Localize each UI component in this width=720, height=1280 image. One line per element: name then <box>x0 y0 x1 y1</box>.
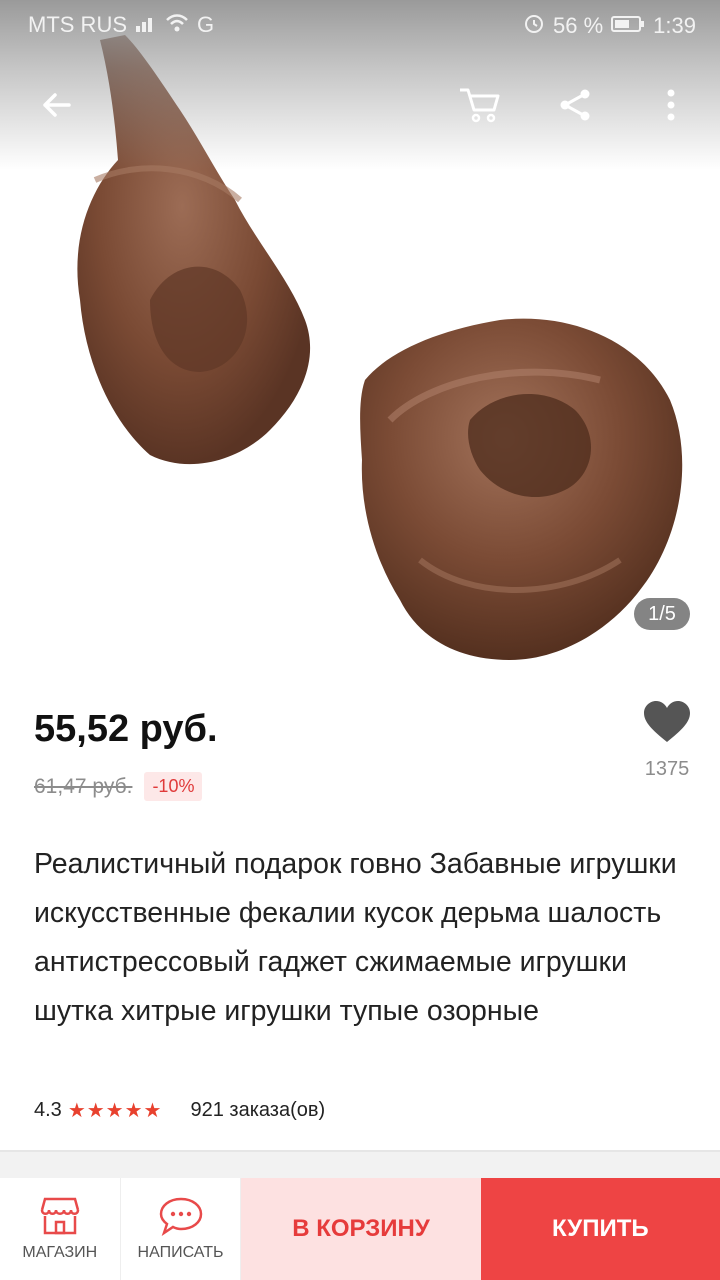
product-title: Реалистичный подарок говно Забавные игру… <box>34 848 677 1027</box>
message-label: НАПИСАТЬ <box>137 1244 224 1261</box>
wifi-icon <box>165 12 189 38</box>
clock: 1:39 <box>653 13 696 38</box>
app-bar <box>0 60 720 150</box>
battery-percent: 56 % <box>553 13 604 38</box>
more-vert-icon <box>667 89 675 121</box>
old-price-row: 61,47 руб. -10% <box>34 772 203 801</box>
share-icon <box>560 89 590 121</box>
back-button[interactable] <box>30 78 84 132</box>
heart-icon <box>644 701 690 742</box>
discount-badge: -10% <box>144 772 203 801</box>
carrier-label: MTS RUS <box>28 12 127 37</box>
status-bar: MTS RUS G 56 % 1:39 <box>0 0 720 50</box>
old-price: 61,47 руб. <box>34 774 133 798</box>
shop-button[interactable]: МАГАЗИН <box>0 1178 121 1280</box>
alarm-icon <box>523 12 545 40</box>
shop-label: МАГАЗИН <box>22 1244 98 1261</box>
cart-icon <box>460 88 500 123</box>
price-block: 55,52 руб. <box>34 708 218 751</box>
arrow-left-icon <box>43 93 71 117</box>
rating-row[interactable]: 4.3 ★★★★★ 921 заказа(ов) <box>34 1098 325 1123</box>
network-type: G <box>197 12 215 37</box>
section-divider <box>0 1150 720 1180</box>
cart-button[interactable] <box>452 78 506 132</box>
signal-icon <box>135 12 157 38</box>
rating-value: 4.3 <box>34 1099 62 1121</box>
store-icon <box>40 1197 80 1235</box>
favorites-count: 1375 <box>644 758 690 780</box>
orders-count: 921 заказа(ов) <box>190 1099 326 1121</box>
favorite-button[interactable]: 1375 <box>636 700 698 781</box>
add-to-cart-button[interactable]: В КОРЗИНУ <box>241 1178 481 1280</box>
product-gallery[interactable]: MTS RUS G 56 % 1:39 1/5 <box>0 0 720 690</box>
message-button[interactable]: НАПИСАТЬ <box>120 1178 242 1280</box>
current-price: 55,52 руб. <box>34 708 218 750</box>
bottom-action-bar: МАГАЗИН НАПИСАТЬ В КОРЗИНУ КУПИТЬ <box>0 1178 720 1280</box>
share-button[interactable] <box>548 78 602 132</box>
rating-stars: ★★★★★ <box>67 1100 163 1122</box>
battery-icon <box>611 13 645 39</box>
more-button[interactable] <box>644 78 698 132</box>
chat-icon <box>159 1197 202 1236</box>
buy-now-button[interactable]: КУПИТЬ <box>480 1178 720 1280</box>
image-pager: 1/5 <box>634 598 690 630</box>
